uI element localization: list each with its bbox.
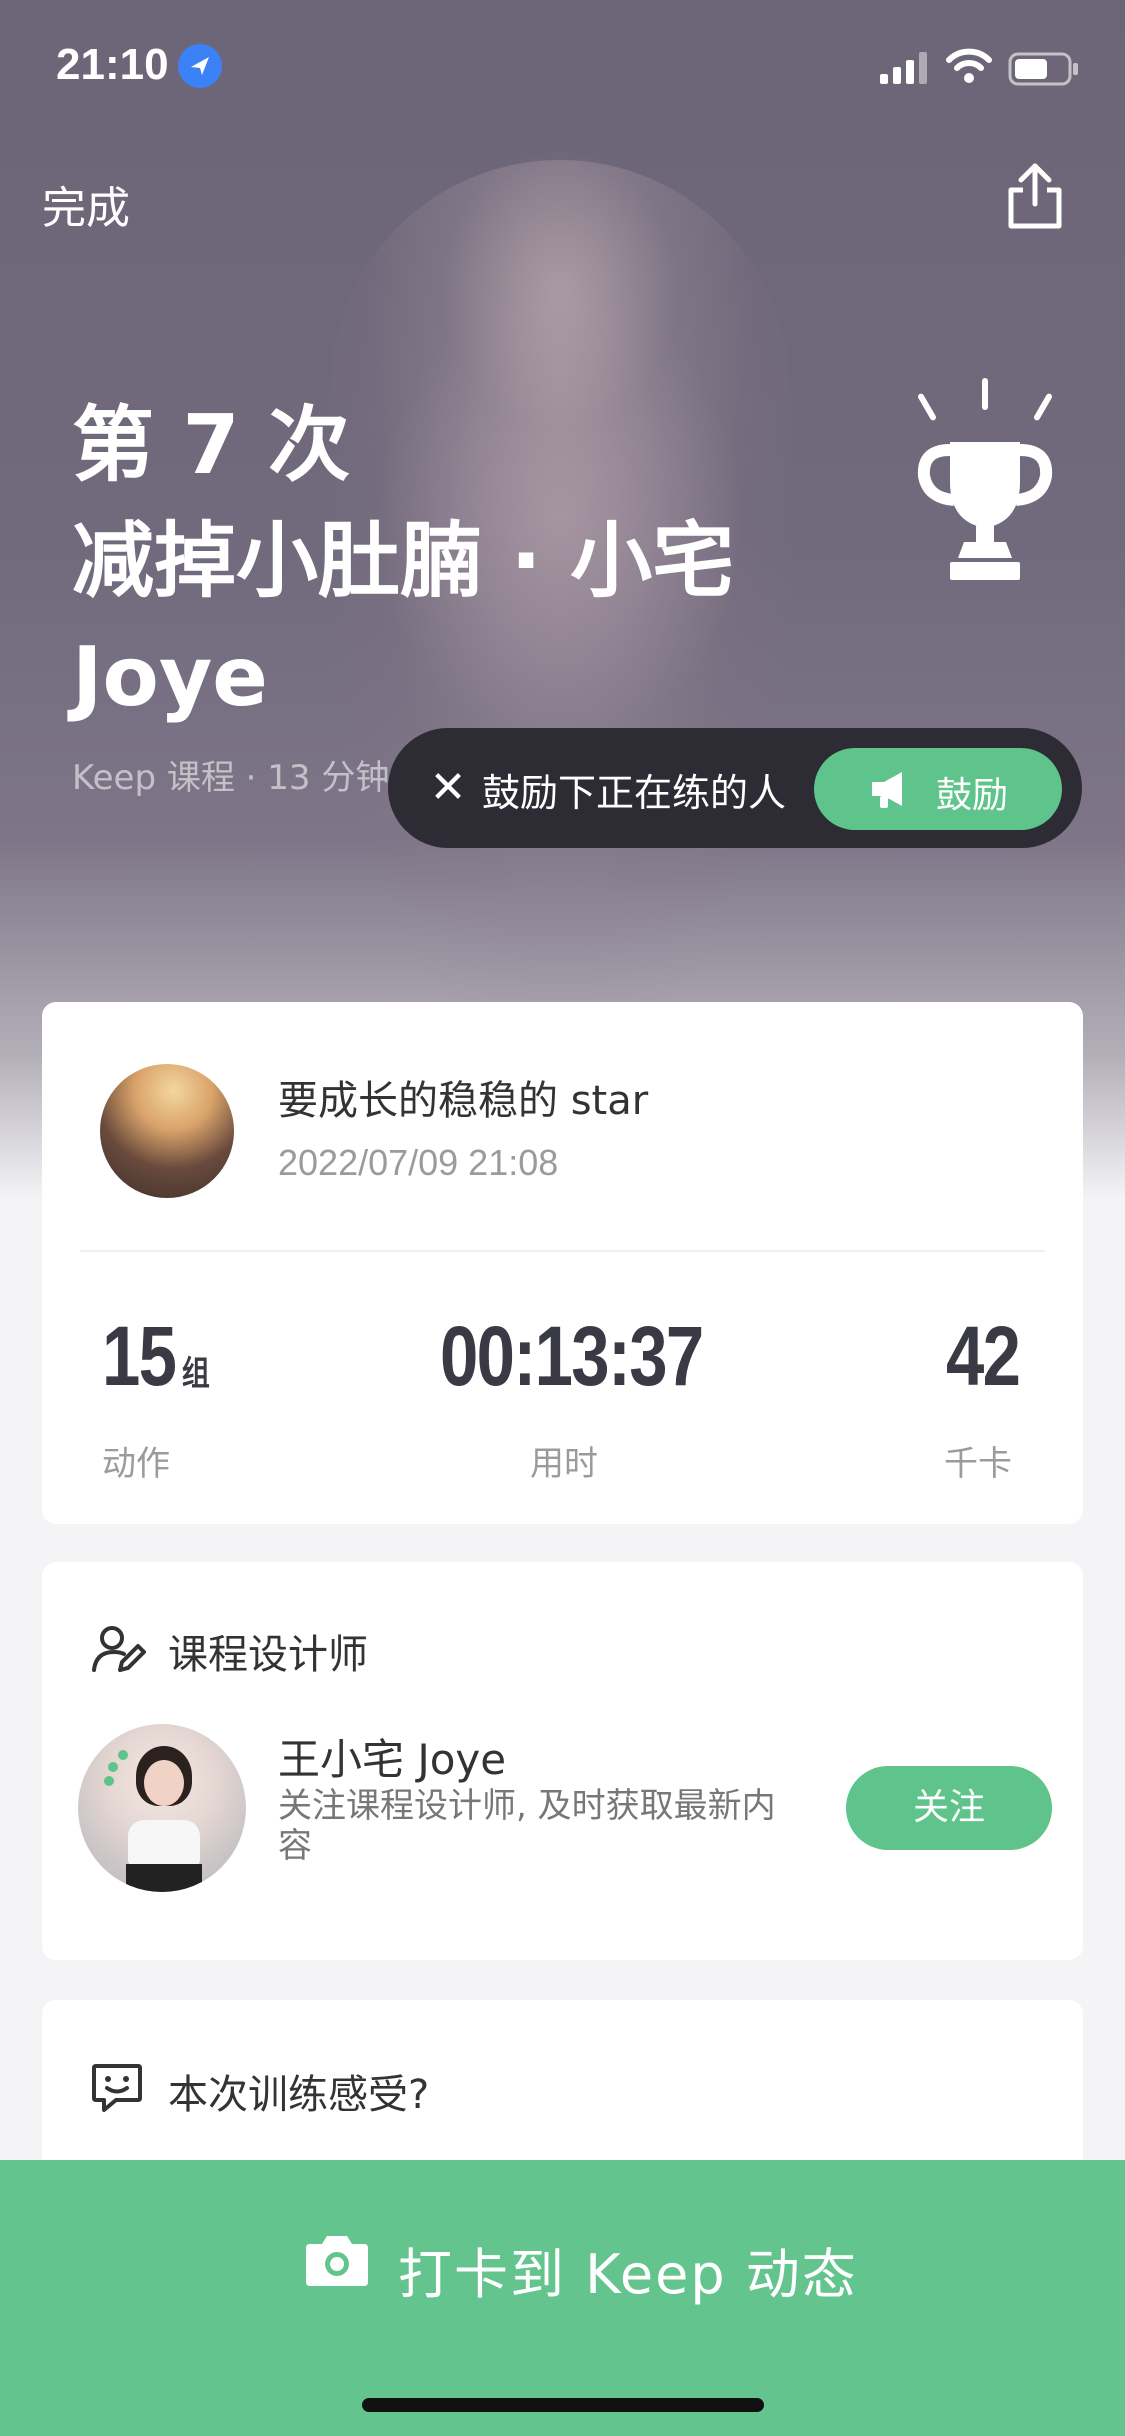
close-icon[interactable]: ✕ (418, 758, 478, 818)
workout-summary-card: 要成长的稳稳的 star 2022/07/09 21:08 15 组 动作 00:… (42, 1002, 1083, 1524)
hero-title: 第 7 次 减掉小肚腩 · 小宅 Joye (72, 388, 734, 736)
stat-label: 用时 (530, 1444, 598, 1484)
designer-avatar[interactable] (78, 1724, 246, 1892)
cheer-button[interactable]: 鼓励 (814, 748, 1062, 830)
stat-value: 15 组 (102, 1309, 210, 1403)
camera-icon (304, 2230, 370, 2292)
divider (80, 1250, 1045, 1252)
checkin-label: 打卡到 Keep 动态 (398, 2243, 858, 2306)
stat-calories: 42 千卡 (944, 1308, 1035, 1484)
battery-icon (1008, 52, 1080, 90)
stat-label: 千卡 (944, 1444, 1012, 1484)
session-count: 第 7 次 (72, 398, 351, 493)
course-title: 减掉小肚腩 · 小宅 (72, 514, 735, 609)
megaphone-icon (866, 768, 914, 814)
cheer-text: 鼓励下正在练的人 (482, 771, 787, 815)
stat-label: 动作 (102, 1444, 170, 1484)
designer-name[interactable]: 王小宅 Joye (278, 1726, 506, 1787)
feedback-smile-icon (90, 2062, 144, 2118)
done-button[interactable]: 完成 (42, 172, 130, 236)
stat-actions: 15 组 动作 (102, 1308, 231, 1484)
stat-duration: 00:13:37 用时 (440, 1308, 760, 1484)
cheer-button-label: 鼓励 (936, 775, 1009, 816)
trophy-icon (910, 372, 1060, 586)
status-time: 21:10 (56, 40, 169, 89)
share-icon[interactable] (1005, 160, 1065, 236)
follow-button[interactable]: 关注 (846, 1766, 1052, 1850)
cheer-toast: ✕ 鼓励下正在练的人 鼓励 (388, 728, 1082, 848)
course-designer-card: 课程设计师 王小宅 Joye 关注课程设计师, 及时获取最新内容 关注 (42, 1562, 1083, 1960)
user-avatar[interactable] (100, 1064, 234, 1198)
stat-value: 42 (946, 1309, 1021, 1403)
status-bar: 21:10 (0, 0, 1125, 135)
checkin-button[interactable]: 打卡到 Keep 动态 (0, 2160, 1125, 2436)
home-indicator[interactable] (362, 2398, 764, 2412)
stat-value: 00:13:37 (440, 1309, 704, 1403)
designer-description: 关注课程设计师, 及时获取最新内容 (278, 1786, 776, 1866)
location-arrow-icon (178, 44, 222, 88)
user-name[interactable]: 要成长的稳稳的 star (278, 1068, 648, 1126)
user-edit-icon (90, 1624, 146, 1678)
wifi-icon (946, 48, 992, 88)
workout-date: 2022/07/09 21:08 (278, 1142, 559, 1183)
cellular-signal-icon (880, 52, 932, 88)
stat-unit: 组 (181, 1355, 210, 1393)
designer-section-title: 课程设计师 (168, 1632, 368, 1678)
course-title-suffix: Joye (72, 630, 268, 725)
training-feeling-prompt: 本次训练感受? (168, 2072, 430, 2118)
